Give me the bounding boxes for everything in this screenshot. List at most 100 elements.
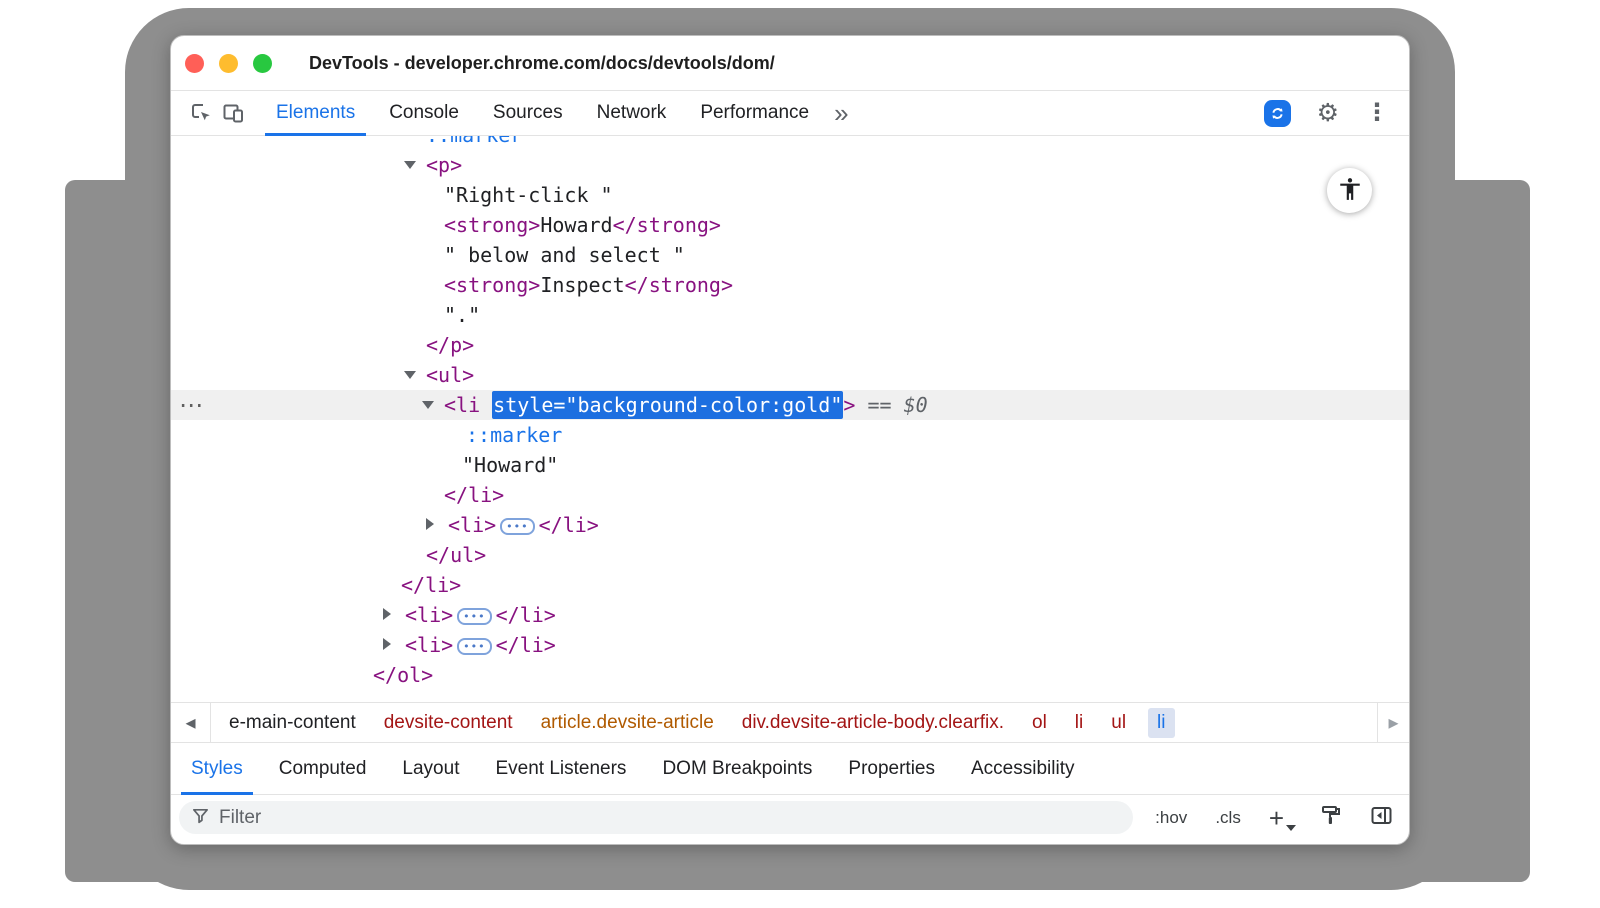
tab-computed[interactable]: Computed bbox=[261, 743, 385, 794]
breadcrumb-scroll-left-icon[interactable]: ◂ bbox=[171, 703, 211, 742]
dom-row[interactable]: ::marker bbox=[171, 420, 1409, 450]
dom-token-tag: > bbox=[843, 393, 855, 417]
settings-icon[interactable]: ⚙ bbox=[1317, 101, 1339, 126]
tab-accessibility[interactable]: Accessibility bbox=[953, 743, 1092, 794]
styles-filter-bar: :hov .cls + bbox=[171, 795, 1409, 844]
dom-row[interactable]: </ol> bbox=[171, 660, 1409, 690]
window-title: DevTools - developer.chrome.com/docs/dev… bbox=[309, 53, 775, 74]
close-button[interactable] bbox=[185, 54, 204, 73]
filter-pill[interactable] bbox=[179, 801, 1133, 834]
dom-row[interactable]: <li>•••</li> bbox=[171, 630, 1409, 660]
dom-row[interactable]: <p> bbox=[171, 150, 1409, 180]
breadcrumb-item[interactable]: div.devsite-article-body.clearfix. bbox=[742, 712, 1004, 734]
dom-row[interactable]: " below and select " bbox=[171, 240, 1409, 270]
dom-row[interactable]: "Howard" bbox=[171, 450, 1409, 480]
new-style-rule-button[interactable]: + bbox=[1269, 805, 1292, 831]
accessibility-button[interactable] bbox=[1327, 168, 1372, 213]
toggle-class-button[interactable]: .cls bbox=[1215, 808, 1241, 828]
dom-row[interactable]: "Right-click " bbox=[171, 180, 1409, 210]
tab-dom-breakpoints[interactable]: DOM Breakpoints bbox=[644, 743, 830, 794]
tab-properties[interactable]: Properties bbox=[830, 743, 953, 794]
breadcrumb-item[interactable]: ol bbox=[1032, 712, 1047, 734]
breadcrumb-item[interactable]: ul bbox=[1111, 712, 1126, 734]
dom-token-tag: <li> bbox=[405, 603, 453, 627]
breadcrumb-item[interactable]: article.devsite-article bbox=[541, 712, 714, 734]
tab-sources[interactable]: Sources bbox=[476, 91, 580, 135]
breadcrumb-list: e-main-content devsite-content article.d… bbox=[211, 708, 1377, 738]
row-overflow-icon[interactable]: ⋯ bbox=[179, 390, 203, 420]
dom-row-selected[interactable]: ⋯<li style="background-color:gold"> == $… bbox=[171, 390, 1409, 420]
expand-ellipsis-button[interactable]: ••• bbox=[457, 638, 491, 655]
dom-token-text: "." bbox=[444, 303, 480, 327]
disclosure-down-icon[interactable] bbox=[404, 161, 416, 169]
expand-ellipsis-button[interactable]: ••• bbox=[500, 518, 534, 535]
dom-token-tag: <strong> bbox=[444, 273, 540, 297]
tab-event-listeners[interactable]: Event Listeners bbox=[477, 743, 644, 794]
dom-row[interactable]: "." bbox=[171, 300, 1409, 330]
toolbar-right-icons: ⚙ ⋮ bbox=[1264, 100, 1397, 127]
title-bar: DevTools - developer.chrome.com/docs/dev… bbox=[171, 36, 1409, 91]
dom-tree[interactable]: ::marker<p>"Right-click "<strong>Howard<… bbox=[171, 136, 1409, 702]
tab-layout[interactable]: Layout bbox=[384, 743, 477, 794]
filter-icon bbox=[191, 806, 210, 830]
disclosure-down-icon[interactable] bbox=[422, 401, 434, 409]
dom-token-tag: </li> bbox=[444, 483, 504, 507]
styles-toolbar-right: :hov .cls + bbox=[1155, 804, 1393, 832]
tab-styles[interactable]: Styles bbox=[173, 743, 261, 794]
disclosure-right-icon[interactable] bbox=[383, 608, 391, 620]
styles-filter-input[interactable] bbox=[219, 807, 1121, 829]
disclosure-right-icon[interactable] bbox=[383, 638, 391, 650]
dom-row[interactable]: <li>•••</li> bbox=[171, 510, 1409, 540]
disclosure-right-icon[interactable] bbox=[426, 518, 434, 530]
dom-row[interactable]: </li> bbox=[171, 480, 1409, 510]
dom-token-eq: == bbox=[855, 393, 903, 417]
breadcrumb-item[interactable]: e-main-content bbox=[229, 712, 356, 734]
dom-token-tag: <p> bbox=[426, 153, 462, 177]
dom-token-tag: </p> bbox=[426, 333, 474, 357]
dom-row[interactable]: </p> bbox=[171, 330, 1409, 360]
tab-performance[interactable]: Performance bbox=[683, 91, 826, 135]
menu-icon[interactable]: ⋮ bbox=[1365, 101, 1389, 125]
zoom-button[interactable] bbox=[253, 54, 272, 73]
tab-network[interactable]: Network bbox=[580, 91, 684, 135]
dom-row[interactable]: <li>••• </li> bbox=[171, 600, 1409, 630]
dom-token-pseudo: ::marker bbox=[466, 423, 562, 447]
dom-row[interactable]: <strong>Inspect</strong> bbox=[171, 270, 1409, 300]
dom-token-tag: </li> bbox=[539, 513, 599, 537]
dom-token-text: "Right-click " bbox=[444, 183, 613, 207]
dom-token-tag: </li> bbox=[401, 573, 461, 597]
expand-ellipsis-button[interactable]: ••• bbox=[457, 608, 491, 625]
dom-token-text: Howard bbox=[540, 213, 612, 237]
accessibility-icon bbox=[1337, 176, 1363, 205]
sync-icon[interactable] bbox=[1264, 100, 1291, 127]
dom-token-text: Inspect bbox=[540, 273, 624, 297]
dom-token-tag: <strong> bbox=[444, 213, 540, 237]
dom-token-tag: <li bbox=[444, 393, 492, 417]
dom-token-tag: </strong> bbox=[613, 213, 721, 237]
devtools-window: DevTools - developer.chrome.com/docs/dev… bbox=[170, 35, 1410, 845]
dom-row[interactable]: ::marker bbox=[171, 136, 1409, 150]
disclosure-down-icon[interactable] bbox=[404, 371, 416, 379]
breadcrumb-item[interactable]: devsite-content bbox=[384, 712, 513, 734]
inspect-element-icon[interactable] bbox=[185, 97, 217, 129]
dom-row[interactable]: <ul> bbox=[171, 360, 1409, 390]
minimize-button[interactable] bbox=[219, 54, 238, 73]
tab-elements[interactable]: Elements bbox=[259, 91, 372, 135]
dom-row[interactable]: </li> bbox=[171, 570, 1409, 600]
tab-console[interactable]: Console bbox=[372, 91, 476, 135]
breadcrumb-item[interactable]: li bbox=[1075, 712, 1083, 734]
dom-token-tag: </li> bbox=[496, 603, 556, 627]
dom-row[interactable]: <strong>Howard</strong> bbox=[171, 210, 1409, 240]
breadcrumb-scroll-right-icon[interactable]: ▸ bbox=[1377, 703, 1409, 742]
sidebar-tab-strip: Styles Computed Layout Event Listeners D… bbox=[171, 742, 1409, 795]
device-toolbar-icon[interactable] bbox=[217, 97, 249, 129]
dom-token-tag: </ol> bbox=[373, 663, 433, 687]
dom-token-pseudo: ::marker bbox=[426, 136, 522, 147]
more-tabs-icon[interactable]: » bbox=[834, 100, 848, 126]
toggle-hover-button[interactable]: :hov bbox=[1155, 808, 1187, 828]
dom-token-tag: <ul> bbox=[426, 363, 474, 387]
breadcrumb-item-selected[interactable]: li bbox=[1148, 708, 1174, 738]
dom-row[interactable]: </ul> bbox=[171, 540, 1409, 570]
toggle-sidebar-icon[interactable] bbox=[1370, 804, 1393, 832]
paint-roller-icon[interactable] bbox=[1320, 804, 1342, 831]
